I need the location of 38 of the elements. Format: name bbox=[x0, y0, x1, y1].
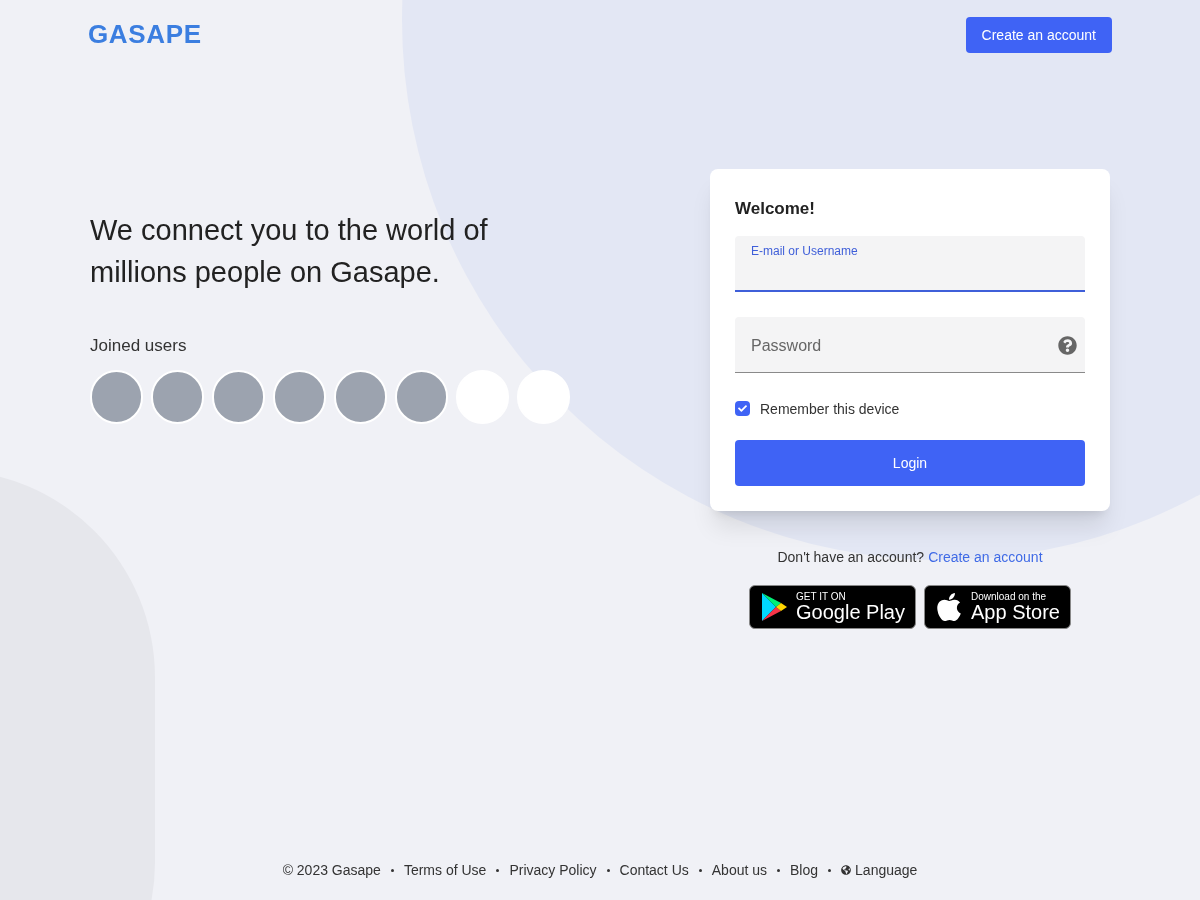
field-label: Password bbox=[751, 335, 822, 356]
play-store-icon bbox=[760, 591, 789, 622]
copyright-text: © 2023 Gasape bbox=[282, 861, 381, 880]
store-badge-caption: Download on the bbox=[971, 591, 1048, 602]
store-badge-caption: GET IT ON bbox=[796, 591, 847, 602]
store-badge-name: Google Play bbox=[796, 601, 905, 622]
avatar-placeholder[interactable] bbox=[151, 369, 204, 424]
login-title: Welcome! bbox=[735, 198, 816, 220]
avatar-placeholder[interactable] bbox=[212, 369, 265, 424]
footer-link[interactable]: Privacy Policy bbox=[509, 860, 597, 880]
store-badge[interactable]: Download on the App Store bbox=[924, 584, 1071, 629]
create-account-button[interactable]: Create an account bbox=[965, 16, 1112, 53]
remember-checkbox[interactable] bbox=[735, 401, 750, 416]
help-icon[interactable] bbox=[1058, 335, 1077, 355]
store-badge-name: App Store bbox=[971, 601, 1060, 622]
create-account-link[interactable]: Create an account bbox=[928, 546, 1043, 567]
footer-link[interactable]: Terms of Use bbox=[403, 860, 487, 880]
footer-link[interactable]: Blog bbox=[790, 860, 819, 880]
username-field[interactable]: E-mail or Username bbox=[735, 235, 1085, 292]
signup-prompt: Don't have an account? bbox=[777, 547, 925, 567]
logo[interactable]: GASAPE bbox=[88, 15, 202, 54]
login-button[interactable]: Login bbox=[735, 439, 1085, 486]
language-link[interactable]: Language bbox=[855, 860, 918, 880]
headline: We connect you to the world of millions people on Gasape. bbox=[90, 213, 489, 290]
password-field[interactable]: Password bbox=[735, 316, 1085, 373]
footer-link[interactable]: Contact Us bbox=[619, 860, 689, 880]
avatar-placeholder[interactable] bbox=[334, 369, 387, 424]
avatar-placeholder[interactable] bbox=[395, 369, 448, 424]
avatar-placeholder[interactable] bbox=[90, 369, 143, 424]
joined-users-title: Joined users bbox=[90, 335, 188, 357]
store-badge[interactable]: GET IT ON Google Play bbox=[749, 584, 916, 629]
check-icon bbox=[738, 404, 747, 413]
apple-icon bbox=[935, 590, 963, 623]
field-label: E-mail or Username bbox=[751, 242, 858, 259]
avatar-placeholder[interactable] bbox=[273, 369, 326, 424]
footer-link[interactable]: About us bbox=[711, 860, 768, 880]
remember-label: Remember this device bbox=[760, 399, 900, 419]
globe-icon[interactable] bbox=[841, 865, 852, 875]
